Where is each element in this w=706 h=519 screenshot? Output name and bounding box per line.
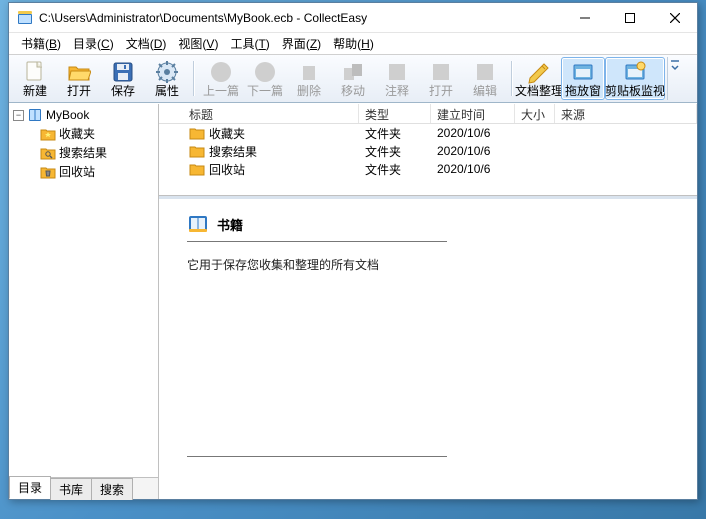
new-icon <box>23 60 47 84</box>
tree-root-label: MyBook <box>46 108 89 122</box>
tool-clipboard-monitor[interactable]: 剪贴板监视 <box>605 57 665 100</box>
sidebar-tab-search[interactable]: 搜索 <box>91 478 133 500</box>
expander-icon[interactable]: − <box>13 110 24 121</box>
tree-item-label: 搜索结果 <box>59 144 107 161</box>
open-icon <box>67 60 91 84</box>
doc-organize-icon <box>527 60 551 84</box>
search-folder-icon <box>189 143 205 159</box>
annotate-icon <box>385 60 409 84</box>
menu-tools[interactable]: 工具(T) <box>224 33 275 54</box>
maximize-button[interactable] <box>607 3 652 32</box>
menu-view[interactable]: 视图(V) <box>172 33 224 54</box>
list-row[interactable]: 收藏夹 文件夹 2020/10/6 <box>159 124 697 142</box>
menu-document[interactable]: 文档(D) <box>120 33 173 54</box>
tool-properties[interactable]: 属性 <box>145 57 189 100</box>
chevron-down-icon <box>671 59 679 71</box>
cell-title: 搜索结果 <box>209 143 257 160</box>
col-type[interactable]: 类型 <box>359 104 431 123</box>
toolbar: 新建 打开 保存 属性 上一篇 下一篇 <box>9 55 697 103</box>
cell-time: 2020/10/6 <box>431 162 515 176</box>
tool-edit: 编辑 <box>463 57 507 100</box>
cell-time: 2020/10/6 <box>431 126 515 140</box>
sidebar-tabs: 目录 书库 搜索 <box>9 477 158 499</box>
drag-window-icon <box>571 60 595 84</box>
tool-doc-organize[interactable]: 文档整理 <box>517 57 561 100</box>
detail-pane: 书籍 它用于保存您收集和整理的所有文档 <box>159 196 697 499</box>
col-title[interactable]: 标题 <box>159 104 359 123</box>
menu-help[interactable]: 帮助(H) <box>327 33 380 54</box>
tree-root[interactable]: − MyBook <box>11 106 156 124</box>
close-button[interactable] <box>652 3 697 32</box>
tree-item-search-results[interactable]: 搜索结果 <box>35 143 156 162</box>
tree-item-recycle[interactable]: 回收站 <box>35 162 156 181</box>
book-icon <box>27 107 43 123</box>
sidebar: − MyBook 收藏夹 搜索结果 回收站 <box>9 104 159 499</box>
titlebar: C:\Users\Administrator\Documents\MyBook.… <box>9 3 697 33</box>
tree-item-label: 收藏夹 <box>59 125 95 142</box>
tool-open2: 打开 <box>419 57 463 100</box>
tool-prev: 上一篇 <box>199 57 243 100</box>
content-pane: 标题 类型 建立时间 大小 来源 收藏夹 文件夹 2020/10/6 <box>159 104 697 499</box>
cell-type: 文件夹 <box>359 125 431 142</box>
menu-book[interactable]: 书籍(B) <box>15 33 67 54</box>
tool-save[interactable]: 保存 <box>101 57 145 100</box>
minimize-button[interactable] <box>562 3 607 32</box>
tool-delete: 删除 <box>287 57 331 100</box>
tool-move: 移动 <box>331 57 375 100</box>
move-icon <box>341 60 365 84</box>
edit-icon <box>473 60 497 84</box>
col-size[interactable]: 大小 <box>515 104 555 123</box>
list-body[interactable]: 收藏夹 文件夹 2020/10/6 搜索结果 文件夹 2020/10/6 <box>159 124 697 195</box>
detail-title: 书籍 <box>217 215 243 234</box>
book-icon <box>187 213 209 235</box>
toolbar-overflow[interactable] <box>667 57 681 100</box>
tool-next: 下一篇 <box>243 57 287 100</box>
tool-annotate: 注释 <box>375 57 419 100</box>
app-window: C:\Users\Administrator\Documents\MyBook.… <box>8 2 698 500</box>
window-title: C:\Users\Administrator\Documents\MyBook.… <box>39 11 562 25</box>
list-row[interactable]: 搜索结果 文件夹 2020/10/6 <box>159 142 697 160</box>
favorites-folder-icon <box>40 126 56 142</box>
cell-title: 回收站 <box>209 161 245 178</box>
tree-item-favorites[interactable]: 收藏夹 <box>35 124 156 143</box>
properties-icon <box>155 60 179 84</box>
app-icon <box>17 10 33 26</box>
tool-drag-window[interactable]: 拖放窗 <box>561 57 605 100</box>
delete-icon <box>297 60 321 84</box>
cell-title: 收藏夹 <box>209 125 245 142</box>
tree-item-label: 回收站 <box>59 163 95 180</box>
save-icon <box>111 60 135 84</box>
list-header: 标题 类型 建立时间 大小 来源 <box>159 104 697 124</box>
sidebar-tab-catalog[interactable]: 目录 <box>9 476 51 499</box>
window-controls <box>562 3 697 32</box>
cell-type: 文件夹 <box>359 143 431 160</box>
menu-interface[interactable]: 界面(Z) <box>276 33 327 54</box>
search-folder-icon <box>40 145 56 161</box>
tool-open[interactable]: 打开 <box>57 57 101 100</box>
cell-time: 2020/10/6 <box>431 144 515 158</box>
divider <box>187 241 447 242</box>
detail-description: 它用于保存您收集和整理的所有文档 <box>187 256 669 273</box>
open2-icon <box>429 60 453 84</box>
list-view: 标题 类型 建立时间 大小 来源 收藏夹 文件夹 2020/10/6 <box>159 104 697 196</box>
menu-catalog[interactable]: 目录(C) <box>67 33 120 54</box>
favorites-folder-icon <box>189 125 205 141</box>
menubar: 书籍(B) 目录(C) 文档(D) 视图(V) 工具(T) 界面(Z) 帮助(H… <box>9 33 697 55</box>
divider <box>187 456 447 457</box>
next-icon <box>253 60 277 84</box>
prev-icon <box>209 60 233 84</box>
list-row[interactable]: 回收站 文件夹 2020/10/6 <box>159 160 697 178</box>
clipboard-monitor-icon <box>623 60 647 84</box>
detail-heading: 书籍 <box>187 213 669 235</box>
recycle-folder-icon <box>189 161 205 177</box>
recycle-folder-icon <box>40 164 56 180</box>
sidebar-tab-library[interactable]: 书库 <box>50 478 92 500</box>
tool-new[interactable]: 新建 <box>13 57 57 100</box>
cell-type: 文件夹 <box>359 161 431 178</box>
tree-view[interactable]: − MyBook 收藏夹 搜索结果 回收站 <box>9 104 158 477</box>
client-area: − MyBook 收藏夹 搜索结果 回收站 <box>9 103 697 499</box>
col-time[interactable]: 建立时间 <box>431 104 515 123</box>
col-source[interactable]: 来源 <box>555 104 697 123</box>
